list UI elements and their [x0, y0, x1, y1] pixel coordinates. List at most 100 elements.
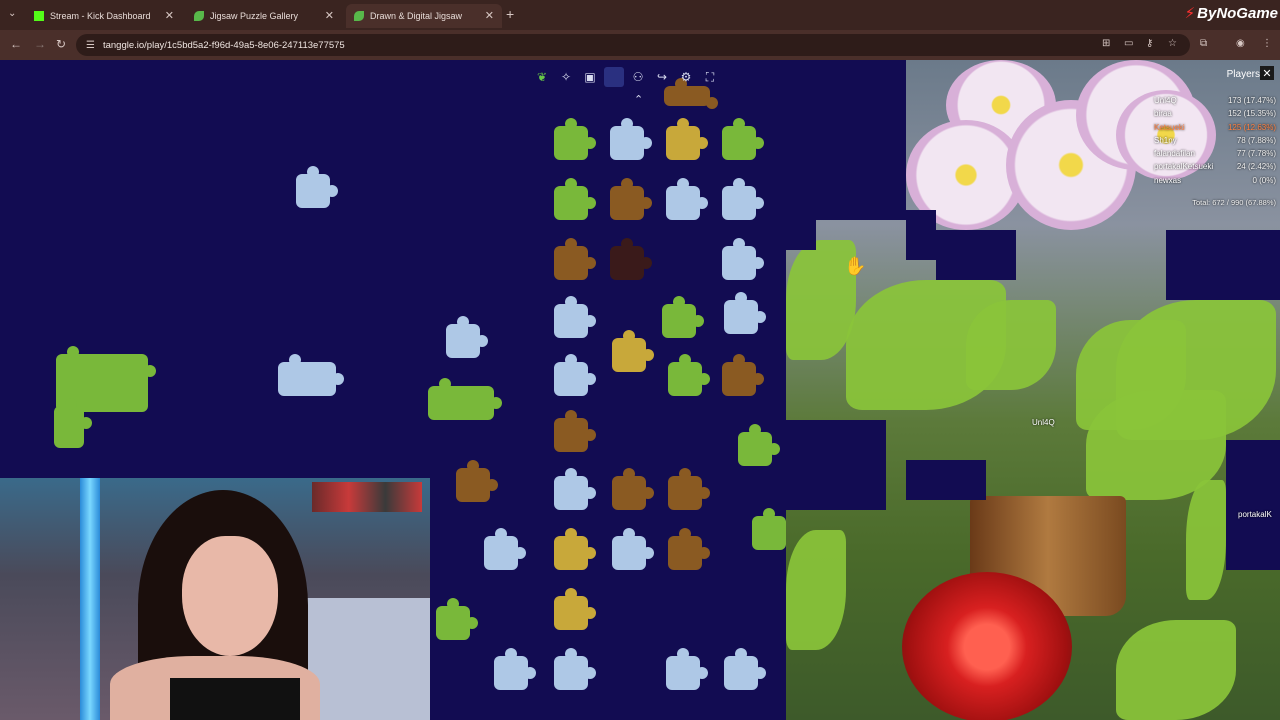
board-empty-area [906, 210, 936, 260]
forward-icon[interactable]: → [34, 37, 46, 51]
board-empty-area [936, 230, 1016, 280]
player-score: 77 (7.78%) [1236, 149, 1276, 159]
player-score: 152 (15.35%) [1227, 109, 1276, 119]
puzzle-piece[interactable] [610, 238, 652, 280]
image-preview-icon[interactable]: ▣ [580, 67, 600, 87]
tab-drawn-digital[interactable]: Drawn & Digital Jigsaw ✕ [346, 4, 502, 28]
puzzle-piece[interactable] [554, 118, 596, 160]
puzzle-piece[interactable] [668, 528, 710, 570]
password-key-icon[interactable]: ⚷ [1146, 38, 1153, 49]
tab-search-icon[interactable]: ⌄ [8, 8, 16, 19]
player-name: falandafilan [1154, 149, 1195, 159]
close-tab-icon[interactable]: ✕ [325, 9, 334, 22]
puzzle-piece[interactable] [612, 528, 654, 570]
brand-text: ByNoGame [1197, 4, 1278, 22]
player-row: newxas 0 (0%) [1154, 174, 1276, 187]
player-score: 0 (0%) [1252, 175, 1276, 185]
tab-kick-dashboard[interactable]: Stream - Kick Dashboard ✕ [26, 4, 182, 28]
puzzle-piece[interactable] [446, 316, 488, 358]
webcam-streamer-face [182, 536, 278, 656]
puzzle-piece[interactable] [554, 178, 596, 220]
tab-title: Drawn & Digital Jigsaw [370, 11, 463, 21]
profile-avatar-icon[interactable]: ◉ [1236, 38, 1245, 49]
webcam-wall-posters [312, 482, 422, 512]
puzzle-piece[interactable] [554, 410, 596, 452]
fullscreen-icon[interactable]: ⛶ [700, 67, 720, 87]
cast-icon[interactable]: ▭ [1124, 38, 1133, 49]
reload-icon[interactable]: ↻ [56, 37, 66, 51]
kick-icon [34, 11, 44, 21]
puzzle-piece[interactable] [554, 528, 596, 570]
blank-icon[interactable] [604, 67, 624, 87]
player-row: Ketsueki 125 (12.63%) [1154, 121, 1276, 134]
puzzle-piece[interactable] [554, 238, 596, 280]
tanggle-icon [194, 11, 204, 21]
address-bar[interactable]: ☰ tanggle.io/play/1c5bd5a2-f96d-49a5-8e0… [76, 34, 1190, 56]
board-empty-area [906, 460, 986, 500]
puzzle-piece[interactable] [456, 460, 498, 502]
menu-kebab-icon[interactable]: ⋮ [1262, 38, 1272, 49]
puzzle-piece[interactable] [668, 354, 710, 396]
puzzle-piece-icon[interactable]: ✧ [556, 67, 576, 87]
player-score: 173 (17.47%) [1227, 96, 1276, 105]
puzzle-piece[interactable] [662, 296, 704, 338]
translate-icon[interactable]: ⊞ [1102, 38, 1110, 49]
puzzle-piece[interactable] [554, 296, 596, 338]
puzzle-piece[interactable] [722, 118, 764, 160]
tab-puzzle-gallery[interactable]: Jigsaw Puzzle Gallery ✕ [186, 4, 342, 28]
puzzle-toolbar: ❦ ✧ ▣ ⚇ ↪ ⚙ ⛶ [532, 64, 720, 90]
bookmark-star-icon[interactable]: ☆ [1168, 38, 1177, 49]
new-tab-button[interactable]: + [506, 6, 514, 22]
puzzle-piece[interactable] [738, 424, 780, 466]
puzzle-piece[interactable] [554, 468, 596, 510]
webcam-led-light [80, 478, 100, 720]
puzzle-piece[interactable] [722, 238, 764, 280]
puzzle-piece[interactable] [428, 378, 502, 420]
puzzle-piece[interactable] [436, 598, 478, 640]
puzzle-piece[interactable] [554, 354, 596, 396]
puzzle-piece[interactable] [724, 648, 766, 690]
close-tab-icon[interactable]: ✕ [485, 9, 494, 22]
puzzle-piece[interactable] [612, 330, 654, 372]
puzzle-piece[interactable] [554, 588, 596, 630]
share-icon[interactable]: ↪ [652, 67, 672, 87]
puzzle-piece[interactable] [724, 292, 766, 334]
webcam-overlay [0, 478, 430, 720]
puzzle-piece[interactable] [554, 648, 596, 690]
close-icon[interactable]: ✕ [1260, 66, 1274, 80]
chevron-double-up-icon[interactable]: ⌃ [634, 93, 643, 106]
tab-title: Stream - Kick Dashboard [50, 11, 151, 21]
puzzle-piece[interactable] [278, 354, 344, 396]
player-name: biraa [1154, 109, 1172, 119]
players-icon[interactable]: ⚇ [628, 67, 648, 87]
close-tab-icon[interactable]: ✕ [165, 9, 174, 22]
puzzle-piece[interactable] [722, 178, 764, 220]
puzzle-piece[interactable] [484, 528, 526, 570]
player-name: portakalKetsueki [1154, 162, 1214, 172]
tanggle-logo-icon[interactable]: ❦ [532, 67, 552, 87]
board-red-dahlia [902, 572, 1072, 720]
puzzle-piece[interactable] [54, 398, 92, 448]
player-name: Unl4Q [1154, 96, 1177, 105]
player-name: Ketsueki [1154, 122, 1185, 132]
brand-logo: ⚡ ByNoGame [1185, 2, 1278, 24]
puzzle-piece[interactable] [612, 468, 654, 510]
puzzle-piece[interactable] [722, 354, 764, 396]
extensions-icon[interactable]: ⧉ [1200, 38, 1207, 49]
puzzle-piece[interactable] [666, 178, 708, 220]
puzzle-piece[interactable] [296, 166, 338, 208]
settings-icon[interactable]: ⚙ [676, 67, 696, 87]
browser-toolbar: ← → ↻ ☰ tanggle.io/play/1c5bd5a2-f96d-49… [0, 30, 1280, 60]
player-row: falandafilan 77 (7.78%) [1154, 147, 1276, 160]
back-icon[interactable]: ← [10, 37, 22, 51]
puzzle-piece[interactable] [610, 178, 652, 220]
puzzle-piece[interactable] [668, 468, 710, 510]
site-info-icon[interactable]: ☰ [86, 40, 95, 51]
puzzle-piece[interactable] [666, 648, 708, 690]
puzzle-piece[interactable] [666, 118, 708, 160]
board-empty-area [1226, 440, 1280, 570]
player-name: newxas [1154, 175, 1182, 185]
puzzle-piece[interactable] [752, 508, 794, 550]
puzzle-piece[interactable] [610, 118, 652, 160]
puzzle-piece[interactable] [494, 648, 536, 690]
